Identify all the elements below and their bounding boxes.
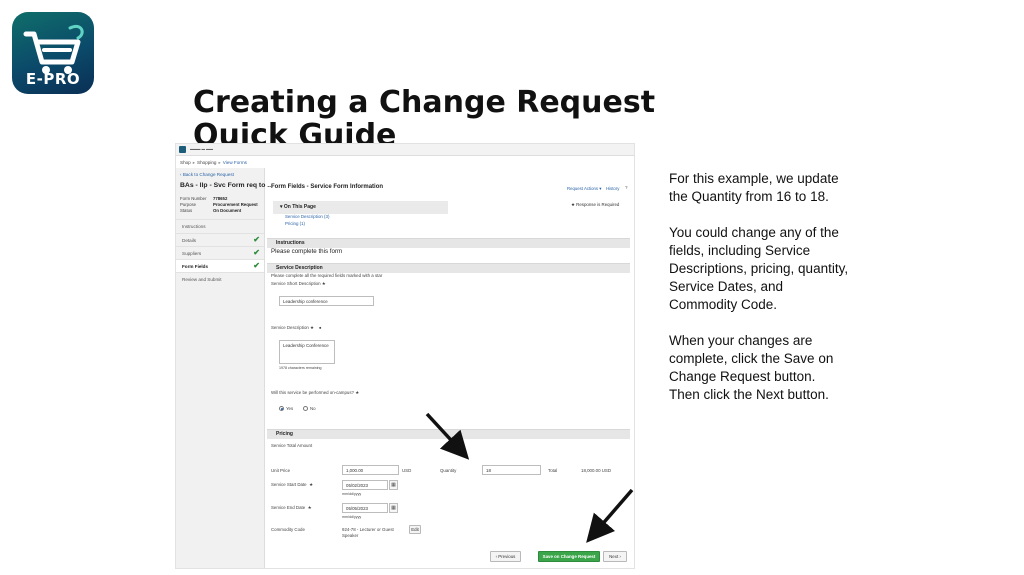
on-this-page-title[interactable]: ▾ On This Page (280, 204, 316, 210)
breadcrumb: Shop ▸ Shopping ▸ View Forms (180, 160, 247, 165)
meta-status: Status On Document (180, 208, 242, 213)
logo-text: E-PRO (25, 70, 81, 88)
nav-review-submit[interactable]: Review and Submit (176, 272, 264, 286)
radio-no[interactable] (303, 406, 308, 411)
meta-form-number: Form Number 778652 (180, 196, 228, 201)
page-link-service-description[interactable]: Service Description (3) (285, 214, 329, 219)
short-description-input[interactable]: Leadership conference (279, 296, 374, 306)
service-note: Please complete all the required fields … (271, 273, 383, 278)
edit-commodity-button[interactable]: Edit (409, 525, 421, 534)
epro-logo: E-PRO (12, 12, 94, 94)
end-date-input[interactable]: 05/05/2023 (342, 503, 388, 513)
request-actions-menu[interactable]: Request Actions ▾ (567, 186, 601, 192)
check-icon: ✔ (253, 261, 260, 270)
save-on-change-request-button[interactable]: Save on Change Request (538, 551, 600, 562)
page-link-pricing[interactable]: Pricing (1) (285, 221, 305, 226)
breadcrumb-shopping[interactable]: Shopping (197, 160, 216, 165)
commodity-label: Commodity Code (271, 527, 305, 532)
pricing-header[interactable]: Pricing (267, 429, 630, 439)
calendar-icon[interactable]: ▦ (389, 503, 398, 513)
instruction-paragraph-3: When your changes are complete, click th… (669, 333, 834, 402)
embedded-screenshot: ▬▬▬ ▬ ▬▬ Shop ▸ Shopping ▸ View Forms ‹ Back… (175, 143, 635, 569)
required-note: ★ Response is Required (571, 202, 620, 207)
check-icon: ✔ (253, 248, 260, 257)
help-icon[interactable]: ? (625, 185, 628, 190)
description-textarea[interactable]: Leadership Conference (279, 340, 335, 364)
oncampus-label: Will this service be performed on-campus… (271, 390, 360, 395)
start-date-hint: mm/dd/yyyy (342, 492, 362, 496)
total-value: 18,000.00 USD (581, 468, 612, 473)
total-label: Total (548, 468, 558, 473)
top-bar: ▬▬▬ ▬ ▬▬ (176, 144, 634, 156)
currency-label: USD (402, 468, 412, 473)
unit-price-input[interactable]: 1,000.00 (342, 465, 399, 475)
end-date-hint: mm/dd/yyyy (342, 515, 362, 519)
previous-button[interactable]: ‹ Previous (490, 551, 521, 562)
start-date-input[interactable]: 05/02/2023 (342, 480, 388, 490)
quantity-label: Quantity (440, 468, 457, 473)
chars-remaining: 1978 characters remaining (279, 366, 322, 370)
top-bar-menu[interactable]: ▬▬▬ ▬ ▬▬ (190, 147, 213, 151)
nav-form-fields[interactable]: Form Fields ✔ (176, 259, 264, 273)
app-logo-icon (179, 146, 186, 153)
meta-purpose: Purpose Procurement Request (180, 202, 258, 207)
start-date-label: Service Start Date ★ (271, 482, 314, 487)
radio-no-label: No (310, 406, 316, 411)
end-date-label: Service End Date ★ (271, 505, 312, 510)
commodity-value: 924-78 - Lecturer or Guest Speaker (342, 527, 394, 538)
radio-yes[interactable] (279, 406, 284, 411)
nav-suppliers[interactable]: Suppliers ✔ (176, 246, 264, 260)
short-description-label: Service Short Description ★ (271, 281, 326, 286)
radio-yes-label: Yes (286, 406, 294, 411)
instructions-header[interactable]: Instructions (267, 238, 630, 248)
instructions-panel: For this example, we update the Quantity… (669, 170, 849, 422)
back-link[interactable]: ‹ Back to Change Request (180, 172, 234, 177)
history-link[interactable]: History (606, 186, 619, 191)
breadcrumb-view-forms[interactable]: View Forms (223, 160, 247, 165)
breadcrumb-shop[interactable]: Shop (180, 160, 191, 165)
calendar-icon[interactable]: ▦ (389, 480, 398, 490)
service-description-header[interactable]: Service Description (267, 263, 630, 273)
quantity-input[interactable]: 18 (482, 465, 541, 475)
check-icon: ✔ (253, 235, 260, 244)
instructions-text: Please complete this form (271, 248, 343, 255)
instruction-paragraph-1: For this example, we update the Quantity… (669, 171, 839, 204)
service-total-label: Service Total Amount (271, 443, 313, 448)
section-title: Form Fields - Service Form Information (271, 184, 384, 190)
description-label: Service Description ★ ● (271, 325, 322, 330)
nav-instructions[interactable]: Instructions (176, 219, 264, 233)
nav-details[interactable]: Details ✔ (176, 233, 264, 247)
document-title: BAs - llp - Svc Form req to ... (180, 182, 273, 189)
unit-price-label: Unit Price (271, 468, 291, 473)
next-button[interactable]: Next › (603, 551, 627, 562)
instruction-paragraph-2: You could change any of the fields, incl… (669, 225, 849, 312)
